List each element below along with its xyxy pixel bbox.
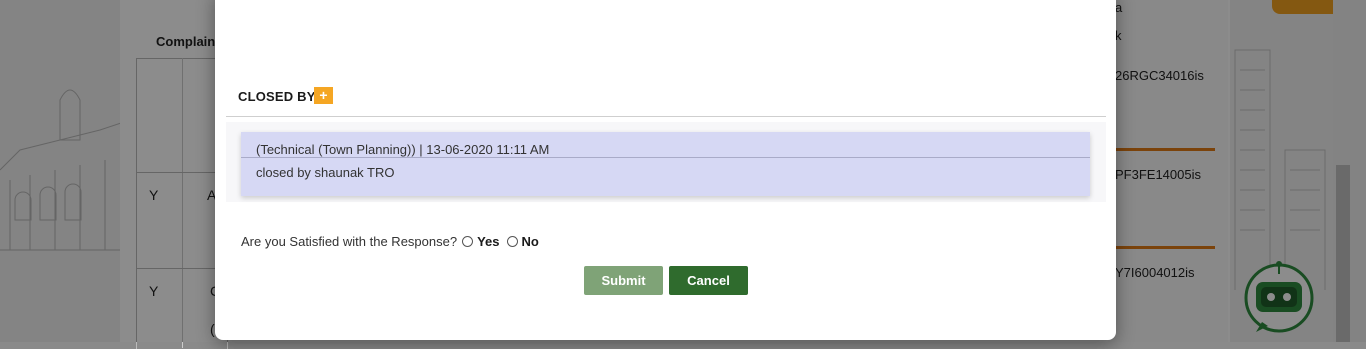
yes-label[interactable]: Yes (477, 234, 499, 249)
plus-icon[interactable]: + (314, 87, 333, 104)
yes-radio[interactable] (462, 236, 474, 247)
no-label[interactable]: No (522, 234, 539, 249)
closed-by-modal: CLOSED BY + (Technical (Town Planning)) … (215, 0, 1116, 340)
section-divider (226, 116, 1106, 117)
response-card: (Technical (Town Planning)) | 13-06-2020… (241, 132, 1090, 196)
satisfaction-question-row: Are you Satisfied with the Response? Yes… (241, 234, 539, 249)
response-meta: (Technical (Town Planning)) | 13-06-2020… (256, 142, 550, 157)
response-text: closed by shaunak TRO (256, 165, 395, 180)
no-radio[interactable] (506, 236, 518, 247)
response-divider (241, 157, 1090, 158)
submit-button[interactable]: Submit (584, 266, 663, 295)
satisfaction-question: Are you Satisfied with the Response? (241, 234, 458, 249)
section-title: CLOSED BY (238, 89, 316, 104)
cancel-button[interactable]: Cancel (669, 266, 748, 295)
